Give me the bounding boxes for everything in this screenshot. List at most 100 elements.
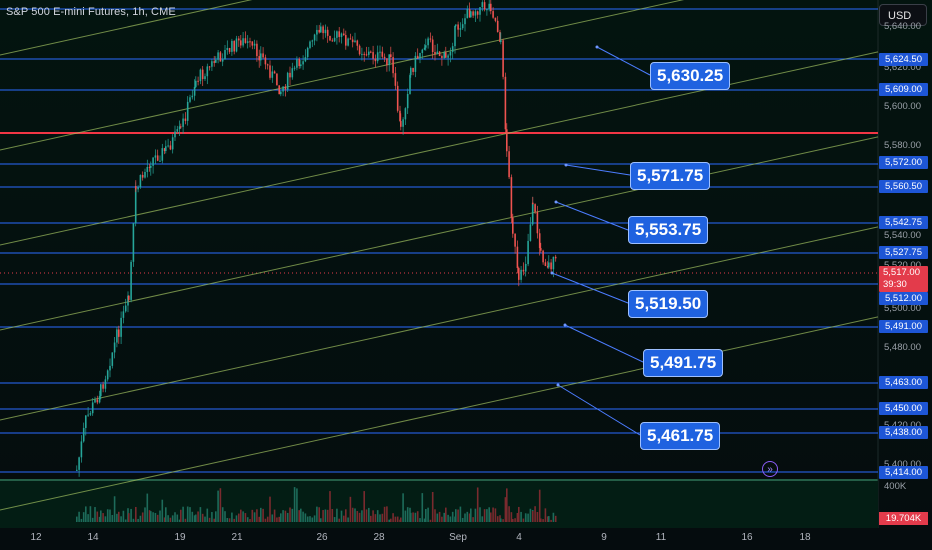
volume-bar <box>370 515 372 522</box>
candle-body <box>412 67 414 72</box>
candle-body <box>459 28 462 30</box>
candle-body <box>304 57 307 62</box>
candle-body <box>135 186 137 190</box>
volume-bar <box>304 513 307 522</box>
price-callout[interactable]: 5,491.75 <box>643 349 724 377</box>
candle-body <box>100 384 102 397</box>
price-tag: 5,609.00 <box>879 83 928 96</box>
bar-countdown: 39:30 <box>883 279 907 290</box>
volume-bar <box>419 518 421 522</box>
candle-body <box>476 11 479 15</box>
candle-body <box>284 86 287 90</box>
volume-bar <box>102 513 104 522</box>
go-to-realtime-icon[interactable]: » <box>762 461 778 477</box>
volume-bar <box>120 516 122 522</box>
volume-bar <box>191 511 194 522</box>
volume-bar <box>400 517 402 522</box>
volume-bar <box>406 507 409 522</box>
volume-bar <box>167 515 169 522</box>
candle-body <box>146 166 149 172</box>
candle-body <box>249 41 251 43</box>
candle-body <box>204 76 206 80</box>
callout-anchor <box>595 45 599 49</box>
price-callout[interactable]: 5,519.50 <box>628 290 709 318</box>
volume-bar <box>514 518 516 522</box>
candle-body <box>191 95 194 98</box>
volume-bar <box>550 519 552 522</box>
candle-body <box>85 415 87 428</box>
candle-body <box>388 54 390 66</box>
callout-pointer <box>565 164 631 176</box>
volume-bar <box>500 518 502 522</box>
candle-body <box>402 119 404 127</box>
candle-body <box>394 73 397 86</box>
callout-pointer <box>555 201 629 231</box>
price-chart[interactable] <box>0 0 932 550</box>
candle-body <box>494 17 497 21</box>
volume-bar <box>336 508 338 522</box>
candle-body <box>176 129 179 132</box>
volume-bar <box>174 512 176 522</box>
price-callout[interactable]: 5,571.75 <box>630 162 711 190</box>
volume-bar <box>215 511 217 522</box>
candle-body <box>372 52 374 59</box>
volume-bar <box>276 517 278 522</box>
candle-body <box>368 51 370 55</box>
volume-bar <box>130 508 132 522</box>
price-callout[interactable]: 5,461.75 <box>640 422 721 450</box>
volume-bar <box>548 516 550 522</box>
candle-body <box>416 55 419 59</box>
candle-body <box>351 39 354 43</box>
volume-bar <box>329 491 331 522</box>
candle-body <box>354 40 356 43</box>
chart-area[interactable]: S&P 500 E-mini Futures, 1h, CME USD 5,64… <box>0 0 932 550</box>
time-axis-label: 21 <box>231 532 243 543</box>
candle-body <box>104 379 107 389</box>
volume-bar <box>85 506 87 522</box>
candle-body <box>431 39 434 52</box>
volume-bar <box>116 513 118 522</box>
price-callout[interactable]: 5,630.25 <box>650 62 731 90</box>
callout-pointer <box>551 272 629 304</box>
candle-body <box>130 261 132 300</box>
volume-bar <box>233 518 235 522</box>
callout-anchor <box>564 163 568 167</box>
candle-body <box>206 66 209 77</box>
volume-bar <box>311 517 314 522</box>
volume-bar <box>159 510 161 522</box>
volume-bar <box>363 491 365 522</box>
candle-body <box>370 51 372 53</box>
candle-body <box>338 31 340 37</box>
volume-bar <box>510 512 513 522</box>
price-tag: 5,527.75 <box>879 246 928 259</box>
volume-bar <box>246 517 249 522</box>
price-callout[interactable]: 5,553.75 <box>628 216 709 244</box>
volume-bar <box>253 512 256 522</box>
candle-body <box>109 365 111 371</box>
candle-body <box>233 40 235 52</box>
volume-bar <box>244 513 247 522</box>
candle-body <box>492 11 494 18</box>
candle-body <box>518 268 520 280</box>
current-price-tag: 5,517.00 39:30 <box>879 266 928 292</box>
candle-body <box>514 233 516 247</box>
candle-body <box>106 370 109 380</box>
price-tag: 5,624.50 <box>879 53 928 66</box>
candle-body <box>363 53 365 55</box>
time-axis-label: Sep <box>449 532 467 543</box>
volume-bar <box>388 519 390 522</box>
volume-bar <box>154 512 157 522</box>
volume-bar <box>490 512 492 522</box>
volume-bar <box>228 518 231 522</box>
volume-bar <box>464 513 466 522</box>
volume-bar <box>76 516 78 522</box>
candle-body <box>289 72 291 78</box>
volume-bar <box>343 515 345 522</box>
candle-body <box>443 52 445 58</box>
candle-body <box>358 45 361 55</box>
volume-bar <box>443 512 445 522</box>
price-axis-label: 5,640.00 <box>884 21 921 32</box>
volume-bar <box>386 506 388 522</box>
candle-body <box>150 165 152 168</box>
candle-body <box>441 56 443 58</box>
